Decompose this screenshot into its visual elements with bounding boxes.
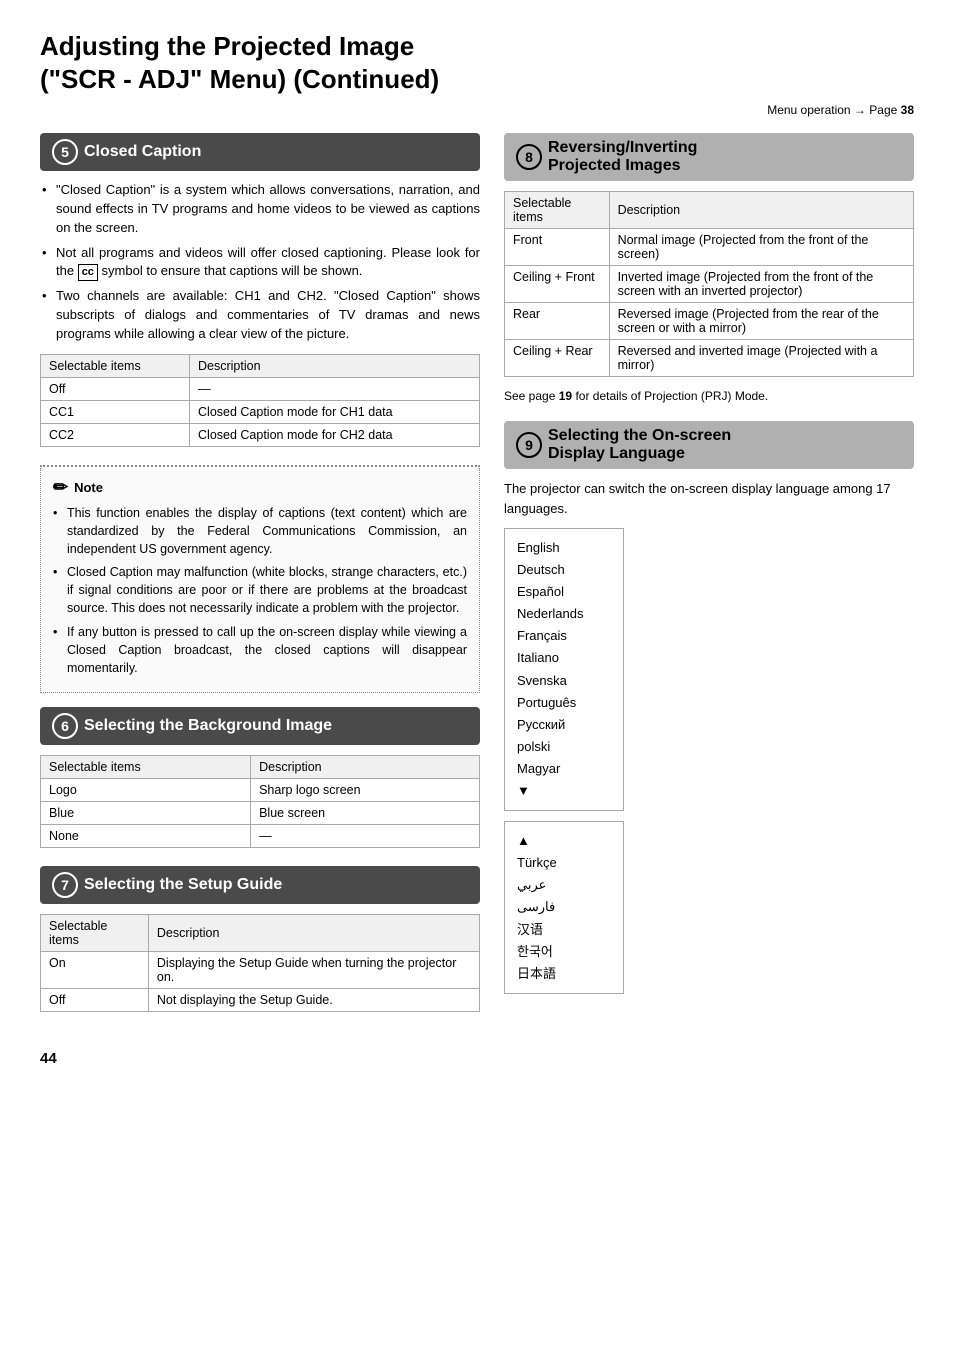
- onscreen-language-section: 9 Selecting the On-screen Display Langua…: [504, 421, 914, 1004]
- cc-symbol: cc: [78, 264, 98, 280]
- lang-item-arrow-down: ▼: [517, 780, 611, 802]
- setup-guide-header: 7 Selecting the Setup Guide: [40, 866, 480, 904]
- lang-item: Svenska: [517, 670, 611, 692]
- setup-guide-table: Selectable items Description On Displayi…: [40, 914, 480, 1012]
- table-row: On Displaying the Setup Guide when turni…: [41, 951, 480, 988]
- lang-item: فارسى: [517, 896, 611, 918]
- table-row: Logo Sharp logo screen: [41, 778, 480, 801]
- note-bullets: This function enables the display of cap…: [53, 504, 467, 677]
- setup-guide-section: 7 Selecting the Setup Guide Selectable i…: [40, 866, 480, 1012]
- note-bullet: If any button is pressed to call up the …: [53, 623, 467, 677]
- main-title: Adjusting the Projected Image ("SCR - AD…: [40, 30, 914, 95]
- table-row: Rear Reversed image (Projected from the …: [505, 303, 914, 340]
- lang-item: Русский: [517, 714, 611, 736]
- lang-item: Italiano: [517, 647, 611, 669]
- col-header-items: Selectable items: [41, 354, 190, 377]
- onscreen-description: The projector can switch the on-screen d…: [504, 479, 914, 518]
- see-page-text: See page 19 for details of Projection (P…: [504, 389, 914, 403]
- lang-item: 日本語: [517, 963, 611, 985]
- table-row: Front Normal image (Projected from the f…: [505, 229, 914, 266]
- col-header-desc: Description: [251, 755, 480, 778]
- table-row: Ceiling + Rear Reversed and inverted ima…: [505, 340, 914, 377]
- background-image-table: Selectable items Description Logo Sharp …: [40, 755, 480, 848]
- lang-item: Português: [517, 692, 611, 714]
- page-number: 44: [40, 1050, 914, 1067]
- language-box-2: ▲ Türkçe عربي فارسى 汉语 한국어 日本語: [504, 821, 624, 994]
- language-box-1: English Deutsch Español Nederlands Franç…: [504, 528, 624, 811]
- lang-item: Deutsch: [517, 559, 611, 581]
- lang-item: Français: [517, 625, 611, 647]
- closed-caption-table: Selectable items Description Off — CC1 C…: [40, 354, 480, 447]
- col-header-items: Selectable items: [41, 914, 149, 951]
- note-bullet: Closed Caption may malfunction (white bl…: [53, 563, 467, 617]
- menu-operation: Menu operation → Page 38: [40, 103, 914, 117]
- closed-caption-header: 5 Closed Caption: [40, 133, 480, 171]
- col-header-desc: Description: [190, 354, 480, 377]
- reversing-inverting-header: 8 Reversing/Inverting Projected Images: [504, 133, 914, 181]
- table-row: CC1 Closed Caption mode for CH1 data: [41, 400, 480, 423]
- bullet-item: "Closed Caption" is a system which allow…: [40, 181, 480, 238]
- table-row: Off Not displaying the Setup Guide.: [41, 988, 480, 1011]
- lang-item: English: [517, 537, 611, 559]
- table-row: Ceiling + Front Inverted image (Projecte…: [505, 266, 914, 303]
- table-row: Off —: [41, 377, 480, 400]
- col-header-items: Selectable items: [41, 755, 251, 778]
- closed-caption-section: 5 Closed Caption "Closed Caption" is a s…: [40, 133, 480, 447]
- closed-caption-bullets: "Closed Caption" is a system which allow…: [40, 181, 480, 344]
- onscreen-language-header: 9 Selecting the On-screen Display Langua…: [504, 421, 914, 469]
- reversing-table: Selectable items Description Front Norma…: [504, 191, 914, 377]
- lang-item: polski: [517, 736, 611, 758]
- table-row: None —: [41, 824, 480, 847]
- lang-item: Magyar: [517, 758, 611, 780]
- reversing-inverting-section: 8 Reversing/Inverting Projected Images S…: [504, 133, 914, 403]
- note-bullet: This function enables the display of cap…: [53, 504, 467, 558]
- col-header-desc: Description: [148, 914, 479, 951]
- lang-item: 한국어: [517, 941, 611, 963]
- note-box: ✏ Note This function enables the display…: [40, 465, 480, 693]
- lang-item: Türkçe: [517, 852, 611, 874]
- note-title: ✏ Note: [53, 477, 467, 498]
- background-image-section: 6 Selecting the Background Image Selecta…: [40, 707, 480, 848]
- table-row: Blue Blue screen: [41, 801, 480, 824]
- table-row: CC2 Closed Caption mode for CH2 data: [41, 423, 480, 446]
- lang-item: 汉语: [517, 919, 611, 941]
- lang-item: عربي: [517, 874, 611, 896]
- background-image-header: 6 Selecting the Background Image: [40, 707, 480, 745]
- col-header-desc: Description: [609, 192, 913, 229]
- lang-item: Español: [517, 581, 611, 603]
- note-icon: ✏: [53, 477, 68, 498]
- lang-item: Nederlands: [517, 603, 611, 625]
- bullet-item: Not all programs and videos will offer c…: [40, 244, 480, 282]
- bullet-item: Two channels are available: CH1 and CH2.…: [40, 287, 480, 344]
- col-header-items: Selectable items: [505, 192, 610, 229]
- lang-item-arrow-up: ▲: [517, 830, 611, 852]
